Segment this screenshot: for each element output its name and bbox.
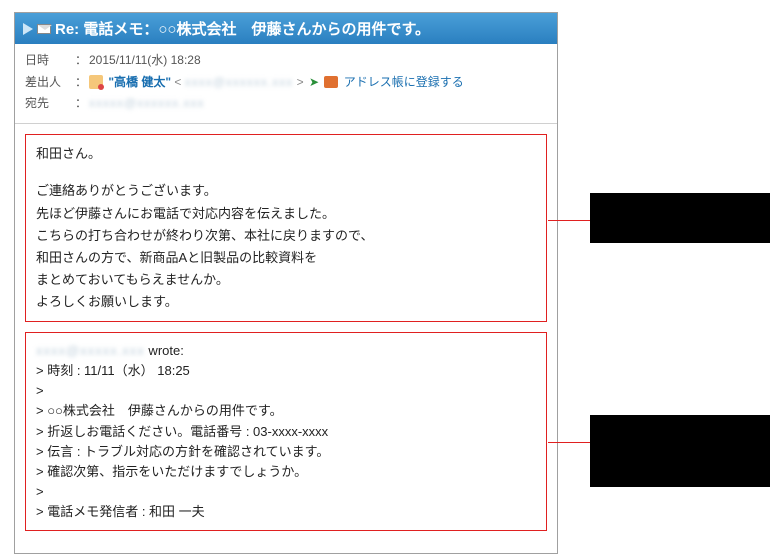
- flag-icon: [23, 23, 33, 35]
- quote-from-masked: xxxx@xxxxx.xxx: [36, 343, 145, 358]
- subject-bar: Re: 電話メモ：○○株式会社 伊藤さんからの用件です。: [15, 13, 557, 44]
- email-meta: 日時 ： 2015/11/11(水) 18:28 差出人 ： "高橋 健太" <…: [15, 44, 557, 124]
- meta-to-row: 宛先 ： xxxxx@xxxxxx.xxx: [25, 93, 547, 115]
- from-label: 差出人: [25, 72, 75, 94]
- from-address-masked: xxxx@xxxxxx.xxx: [185, 75, 294, 89]
- body-highlight-box: 和田さん。 ご連絡ありがとうございます。 先ほど伊藤さんにお電話で対応内容を伝え…: [25, 134, 547, 322]
- person-icon: [89, 75, 103, 89]
- annotation-1: に: [590, 193, 770, 243]
- envelope-icon: [37, 24, 51, 34]
- quote-highlight-box: xxxx@xxxxx.xxx wrote: > 時刻 : 11/11（水） 18…: [25, 332, 547, 531]
- body-text: 和田さん。 ご連絡ありがとうございます。 先ほど伊藤さんにお電話で対応内容を伝え…: [36, 143, 536, 313]
- meta-date-row: 日時 ： 2015/11/11(水) 18:28: [25, 50, 547, 72]
- email-panel: Re: 電話メモ：○○株式会社 伊藤さんからの用件です。 日時 ： 2015/1…: [14, 12, 558, 554]
- annotation-2: に: [590, 415, 770, 487]
- date-value: 2015/11/11(水) 18:28: [89, 50, 547, 72]
- register-address-link[interactable]: アドレス帳に登録する: [344, 75, 464, 89]
- quote-text: xxxx@xxxxx.xxx wrote: > 時刻 : 11/11（水） 18…: [36, 341, 536, 522]
- to-label: 宛先: [25, 93, 75, 115]
- meta-from-row: 差出人 ： "高橋 健太" < xxxx@xxxxxx.xxx > ➤ アドレス…: [25, 72, 547, 94]
- email-body-area: 和田さん。 ご連絡ありがとうございます。 先ほど伊藤さんにお電話で対応内容を伝え…: [15, 124, 557, 554]
- arrow-icon: ➤: [309, 75, 319, 89]
- from-name[interactable]: "高橋 健太": [108, 75, 171, 89]
- date-label: 日時: [25, 50, 75, 72]
- addressbook-icon: [324, 76, 338, 88]
- connector-line-2: [548, 442, 590, 443]
- subject-text: Re: 電話メモ：○○株式会社 伊藤さんからの用件です。: [55, 18, 430, 39]
- to-address-masked: xxxxx@xxxxxx.xxx: [89, 96, 205, 110]
- connector-line-1: [548, 220, 590, 221]
